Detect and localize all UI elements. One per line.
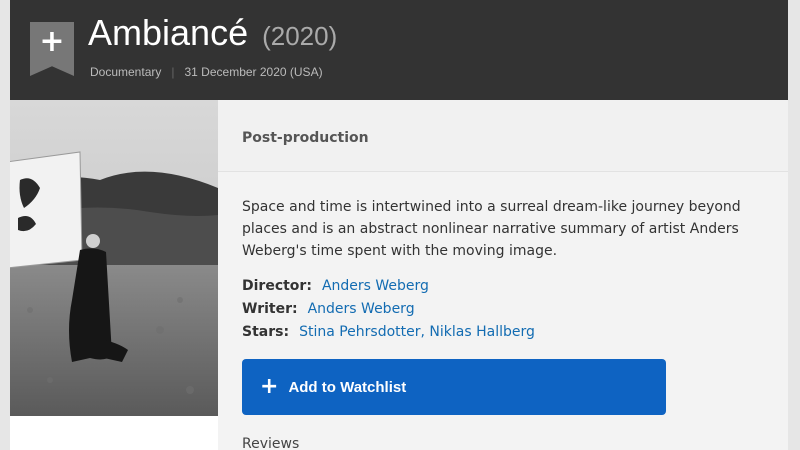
poster-image[interactable]	[10, 100, 218, 416]
writer-row: Writer: Anders Weberg	[242, 298, 535, 321]
title-year[interactable]: (2020)	[262, 21, 337, 52]
star-link[interactable]: Niklas Hallberg	[429, 324, 534, 340]
genre-link[interactable]: Documentary	[90, 65, 161, 79]
writer-link[interactable]: Anders Weberg	[308, 301, 415, 317]
page-title: Ambiancé	[88, 12, 249, 53]
plus-icon: +	[39, 24, 65, 59]
info-panel: Post-production Space and time is intert…	[218, 100, 788, 450]
reviews-heading[interactable]: Reviews	[242, 436, 299, 450]
poster-graphic	[10, 100, 218, 416]
main-content: Post-production Space and time is intert…	[10, 100, 788, 450]
director-link[interactable]: Anders Weberg	[322, 278, 429, 294]
watchlist-button-label: Add to Watchlist	[288, 378, 407, 396]
title-row: Ambiancé (2020)	[88, 12, 337, 54]
plot-summary: Space and time is intertwined into a sur…	[242, 199, 741, 259]
title-subline: Documentary | 31 December 2020 (USA)	[90, 65, 323, 79]
credits: Director: Anders Weberg Writer: Anders Web…	[242, 275, 535, 344]
stars-separator: ,	[420, 324, 425, 340]
star-link[interactable]: Stina Pehrsdotter	[299, 324, 420, 340]
add-to-watchlist-button[interactable]: + Add to Watchlist	[242, 359, 666, 415]
release-date-link[interactable]: 31 December 2020 (USA)	[185, 65, 323, 79]
stars-row: Stars: Stina Pehrsdotter, Niklas Hallberg	[242, 321, 535, 344]
title-header: + Ambiancé (2020) Documentary | 31 Decembe…	[10, 0, 788, 100]
subline-separator: |	[171, 65, 175, 79]
director-row: Director: Anders Weberg	[242, 275, 535, 298]
writer-label: Writer:	[242, 301, 298, 317]
production-status: Post-production	[242, 130, 369, 146]
plus-icon: +	[260, 374, 279, 399]
stars-label: Stars:	[242, 324, 290, 340]
add-to-watchlist-ribbon[interactable]: +	[30, 22, 74, 76]
director-label: Director:	[242, 278, 312, 294]
status-bar: Post-production	[218, 100, 788, 172]
